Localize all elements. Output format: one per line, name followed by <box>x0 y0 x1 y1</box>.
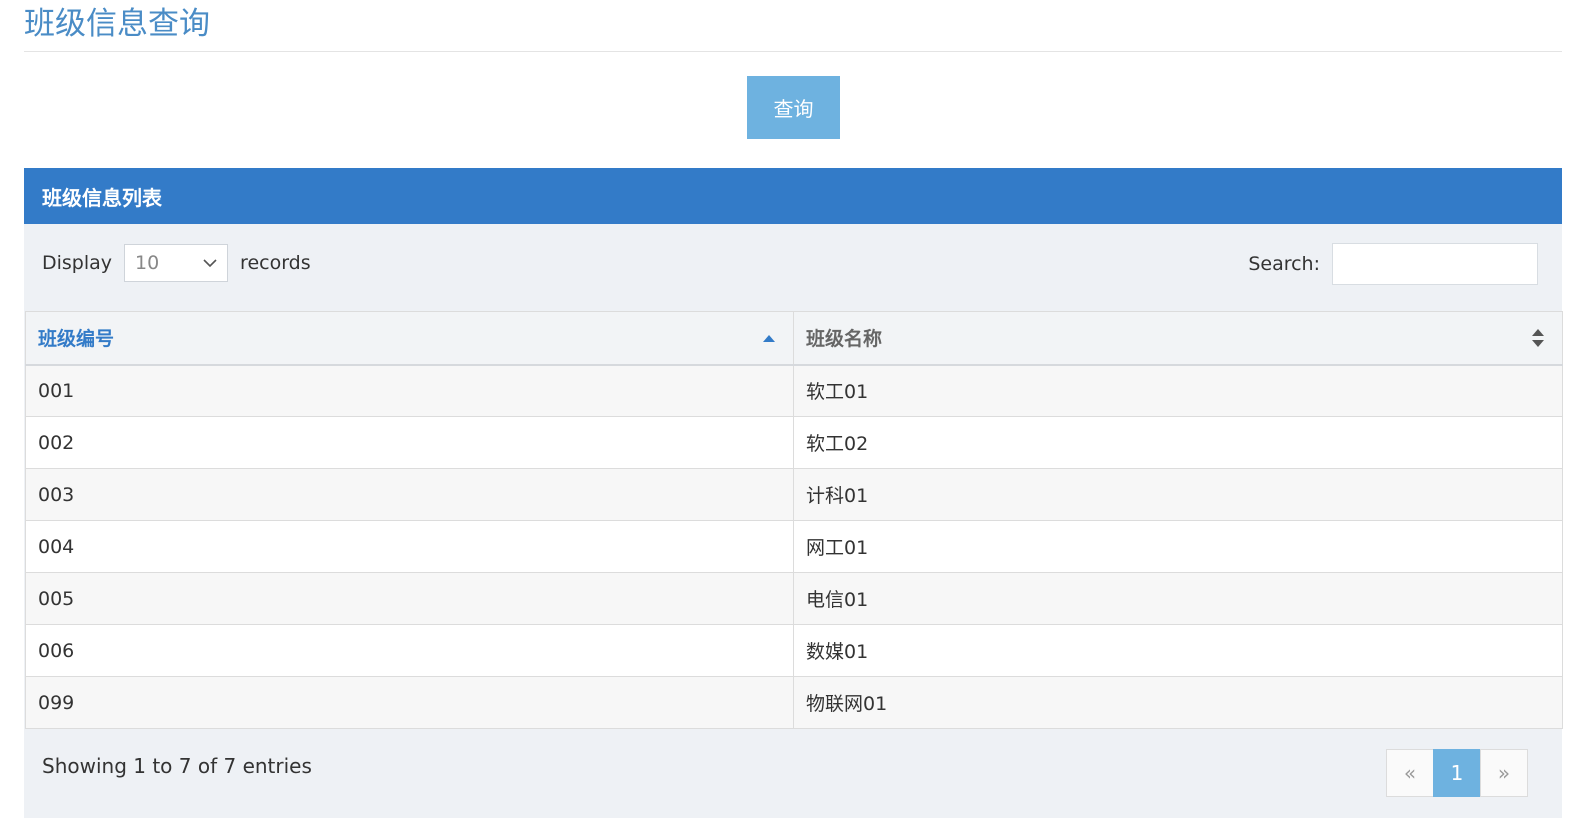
pagination: « 1 » <box>1386 749 1528 797</box>
table-header-row: 班级编号 班级名称 <box>25 311 1563 366</box>
class-id-cell: 003 <box>25 468 794 521</box>
column-header-label: 班级编号 <box>38 328 115 351</box>
table-row[interactable]: 004 网工01 <box>25 520 1563 573</box>
title-divider <box>24 51 1562 52</box>
search-input[interactable] <box>1332 243 1538 285</box>
class-list-panel: 班级信息列表 Display 10 records Search: 班级编号 班… <box>24 168 1563 818</box>
table-row[interactable]: 003 计科01 <box>25 468 1563 521</box>
page-length-select[interactable]: 10 <box>124 244 229 282</box>
panel-header: 班级信息列表 <box>24 168 1562 224</box>
table-row[interactable]: 002 软工02 <box>25 416 1563 469</box>
page-title: 班级信息查询 <box>24 6 210 42</box>
class-id-cell: 001 <box>25 364 794 417</box>
page-length-value: 10 <box>135 252 160 274</box>
sort-both-icon <box>1532 328 1544 347</box>
table-row[interactable]: 005 电信01 <box>25 572 1563 625</box>
class-name-cell: 软工01 <box>793 364 1563 417</box>
search-control: Search: <box>1248 243 1538 285</box>
class-id-cell: 006 <box>25 624 794 677</box>
class-name-cell: 计科01 <box>793 468 1563 521</box>
sort-ascending-icon <box>763 334 775 342</box>
pagination-previous-button[interactable]: « <box>1386 749 1434 797</box>
class-name-cell: 软工02 <box>793 416 1563 469</box>
query-button[interactable]: 查询 <box>747 76 840 139</box>
pagination-next-button[interactable]: » <box>1480 749 1528 797</box>
chevron-down-icon <box>203 259 217 268</box>
class-name-cell: 网工01 <box>793 520 1563 573</box>
records-label: records <box>240 252 311 274</box>
page-length-control: Display 10 records <box>42 244 311 282</box>
page: 班级信息查询 查询 班级信息列表 Display 10 records Sear… <box>0 0 1580 824</box>
class-id-cell: 099 <box>25 676 794 729</box>
table-row[interactable]: 006 数媒01 <box>25 624 1563 677</box>
search-label: Search: <box>1248 253 1320 275</box>
class-id-cell: 005 <box>25 572 794 625</box>
class-name-cell: 物联网01 <box>793 676 1563 729</box>
class-id-cell: 002 <box>25 416 794 469</box>
column-header-class-name[interactable]: 班级名称 <box>793 311 1563 366</box>
class-id-cell: 004 <box>25 520 794 573</box>
column-header-class-id[interactable]: 班级编号 <box>25 311 794 366</box>
column-header-label: 班级名称 <box>806 328 883 351</box>
class-table: 班级编号 班级名称 001 软工01 002 软工02 003 计科01 004… <box>25 311 1563 729</box>
pagination-page-button[interactable]: 1 <box>1433 749 1481 797</box>
table-row[interactable]: 099 物联网01 <box>25 676 1563 729</box>
table-row[interactable]: 001 软工01 <box>25 364 1563 417</box>
table-info: Showing 1 to 7 of 7 entries <box>42 754 312 778</box>
panel-title: 班级信息列表 <box>42 185 162 210</box>
class-name-cell: 电信01 <box>793 572 1563 625</box>
display-label: Display <box>42 252 113 274</box>
class-name-cell: 数媒01 <box>793 624 1563 677</box>
